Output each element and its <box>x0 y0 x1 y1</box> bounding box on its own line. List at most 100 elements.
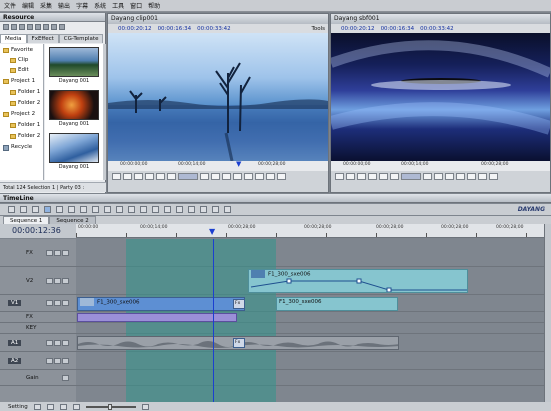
eye-icon[interactable] <box>46 249 53 256</box>
settings-icon[interactable] <box>164 206 171 213</box>
timeline-clip-v1-a[interactable]: F1_300_sxe006 <box>77 297 245 311</box>
mark-out-button[interactable] <box>123 172 132 180</box>
render-icon[interactable] <box>140 206 147 213</box>
razor-tool-icon[interactable] <box>20 206 27 213</box>
delete-icon[interactable] <box>35 24 41 30</box>
speaker-icon[interactable] <box>46 339 53 346</box>
go-end-button[interactable] <box>456 172 465 180</box>
tab-media[interactable]: Media <box>0 34 27 43</box>
tree-item-recycle[interactable]: Recycle <box>3 143 32 152</box>
track-header-gain[interactable]: Gain <box>0 370 76 386</box>
sequence-ruler[interactable]: 00:00:00;00 00:00;14;00 00:00;28;00 <box>331 161 550 171</box>
timeline-ruler[interactable]: 00:00:00 00:00;14;00 00:00;28;00 00:00;2… <box>76 224 544 238</box>
sync-icon[interactable] <box>62 339 69 346</box>
tools-button[interactable]: Tools <box>311 26 325 32</box>
lock-icon[interactable] <box>54 300 61 306</box>
export-icon[interactable] <box>152 206 159 213</box>
play-button[interactable] <box>178 172 198 180</box>
tab-sequence-1[interactable]: Sequence 1 <box>3 216 50 224</box>
tab-fxeffect[interactable]: FxEffect <box>26 34 59 43</box>
track-header-v1[interactable]: V1 <box>0 295 76 312</box>
step-back-button[interactable] <box>390 172 399 180</box>
menu-help[interactable]: 帮助 <box>148 1 160 10</box>
redo-icon[interactable] <box>200 206 207 213</box>
paste-icon[interactable] <box>27 24 33 30</box>
next-frame-button[interactable] <box>222 172 231 180</box>
media-thumbnail[interactable]: Dayang 001 <box>49 90 99 128</box>
playhead-line[interactable] <box>213 239 214 402</box>
prev-frame-button[interactable] <box>145 172 154 180</box>
menu-edit[interactable]: 编辑 <box>22 1 34 10</box>
timeline-vertical-scrollbar[interactable] <box>544 224 551 402</box>
fast-forward-button[interactable] <box>211 172 220 180</box>
help-icon[interactable] <box>224 206 231 213</box>
go-end-button[interactable] <box>233 172 242 180</box>
step-forward-button[interactable] <box>200 172 209 180</box>
loop-button[interactable] <box>244 172 253 180</box>
effect-icon[interactable] <box>116 206 123 213</box>
menu-capture[interactable]: 采集 <box>40 1 52 10</box>
lift-button[interactable] <box>478 172 487 180</box>
lock-icon[interactable] <box>176 206 183 213</box>
go-start-button[interactable] <box>134 172 143 180</box>
lock-icon[interactable] <box>54 357 61 364</box>
transition-fx-v1[interactable]: Fx <box>233 299 245 309</box>
extract-button[interactable] <box>489 172 498 180</box>
zoom-slider[interactable] <box>85 403 136 410</box>
tree-item-folder-1b[interactable]: Folder 1 <box>10 121 40 130</box>
tool-icon[interactable] <box>72 403 80 410</box>
tree-item-project-2[interactable]: Project 2 <box>3 110 35 119</box>
loop-button[interactable] <box>467 172 476 180</box>
fast-forward-button[interactable] <box>434 172 443 180</box>
track-header-a2[interactable]: A2 <box>0 352 76 370</box>
track-header-v1-fx[interactable]: FX <box>0 312 76 323</box>
tab-sequence-2[interactable]: Sequence 2 <box>49 216 96 224</box>
prev-frame-button[interactable] <box>368 172 377 180</box>
resource-scrollbar[interactable] <box>103 44 106 180</box>
sort-icon[interactable] <box>51 24 57 30</box>
fit-icon[interactable] <box>80 206 87 213</box>
zoom-in-icon[interactable] <box>56 206 63 213</box>
sync-icon[interactable] <box>62 300 69 306</box>
media-thumbnail[interactable]: Dayang 001 <box>49 133 99 171</box>
rewind-button[interactable] <box>156 172 165 180</box>
menu-file[interactable]: 文件 <box>4 1 16 10</box>
search-icon[interactable] <box>59 24 65 30</box>
zoom-in-icon[interactable] <box>141 403 149 410</box>
zoom-slider-handle[interactable] <box>107 403 112 410</box>
timeline-clip-v1-b[interactable]: F1_300_sxe006 <box>276 297 398 311</box>
eye-icon[interactable] <box>46 300 53 306</box>
new-icon[interactable] <box>3 24 9 30</box>
menu-window[interactable]: 窗口 <box>130 1 142 10</box>
sync-icon[interactable] <box>62 277 69 284</box>
lock-icon[interactable] <box>54 339 61 346</box>
match-frame-button[interactable] <box>255 172 264 180</box>
next-frame-button[interactable] <box>445 172 454 180</box>
audio-mix-icon[interactable] <box>128 206 135 213</box>
track-header-a1[interactable]: A1 <box>0 334 76 352</box>
insert-button[interactable] <box>266 172 275 180</box>
keyframe-curve[interactable] <box>249 270 468 293</box>
mark-in-button[interactable] <box>335 172 344 180</box>
play-button[interactable] <box>401 172 421 180</box>
ripple-tool-icon[interactable] <box>32 206 39 213</box>
track-header-fx[interactable]: FX <box>0 239 76 267</box>
sync-icon[interactable] <box>62 249 69 256</box>
view-icon[interactable] <box>43 24 49 30</box>
mark-in-button[interactable] <box>112 172 121 180</box>
step-back-button[interactable] <box>167 172 176 180</box>
copy-icon[interactable] <box>19 24 25 30</box>
tree-item-folder-1[interactable]: Folder 1 <box>10 88 40 97</box>
snap-icon[interactable] <box>44 206 51 213</box>
track-header-v2[interactable]: V2 <box>0 267 76 295</box>
track-header-key[interactable]: KEY <box>0 323 76 334</box>
select-tool-icon[interactable] <box>8 206 15 213</box>
go-start-button[interactable] <box>357 172 366 180</box>
clip-ruler[interactable]: 00:00:00;00 00:00;14;00 00:00;28;00 ▼ <box>108 160 328 171</box>
print-icon[interactable] <box>212 206 219 213</box>
timeline-clip-v2[interactable]: F1_300_sxe006 <box>248 269 468 293</box>
tree-item-clip[interactable]: Clip <box>10 56 28 65</box>
zoom-out-icon[interactable] <box>68 206 75 213</box>
tab-cg-template[interactable]: CG-Template <box>58 34 104 43</box>
menu-system[interactable]: 系统 <box>94 1 106 10</box>
